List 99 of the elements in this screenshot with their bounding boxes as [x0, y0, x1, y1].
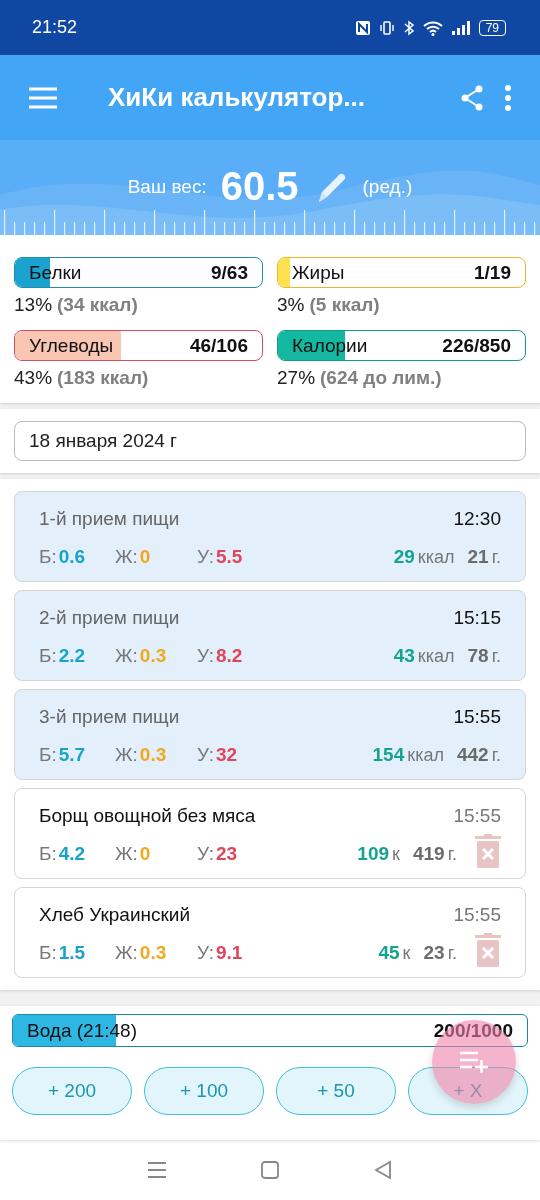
- nutrient-value: 0.3: [139, 744, 167, 766]
- nutrient-label: Ж:: [115, 546, 138, 568]
- wifi-icon: [422, 19, 443, 36]
- nutrient-label: Б:: [39, 645, 57, 667]
- nutrient-value: 5.7: [58, 744, 86, 766]
- macro-detail: (34 ккал): [57, 294, 138, 316]
- app-title: ХиКи калькулятор...: [108, 82, 367, 113]
- macro-percent: 27%: [277, 367, 316, 389]
- grams-unit: г.: [491, 745, 501, 766]
- kcal-value: 109: [357, 843, 390, 865]
- macro-value: 1/19: [474, 261, 511, 284]
- signal-icon: [450, 19, 471, 36]
- nutrient-label: Б:: [39, 744, 57, 766]
- nutrient-label: Б:: [39, 942, 57, 964]
- nutrient-value: 5.5: [215, 546, 243, 568]
- meal-card[interactable]: 2-й прием пищи 15:15 Б:2.2 Ж:0.3 У:8.2 43 ккал 78 г.: [14, 590, 526, 681]
- macro-detail: (624 до лим.): [320, 367, 442, 389]
- food-card[interactable]: Борщ овощной без мяса 15:55 Б:4.2 Ж:0 У:23 109 к 419 г.: [14, 788, 526, 879]
- nutrient-value: 2.2: [58, 645, 86, 667]
- status-time: 21:52: [32, 17, 78, 38]
- entry-title: Борщ овощной без мяса: [39, 805, 256, 827]
- delete-icon[interactable]: [475, 933, 501, 967]
- recents-nav-icon[interactable]: [146, 1161, 167, 1179]
- meal-card[interactable]: 3-й прием пищи 15:55 Б:5.7 Ж:0.3 У:32 154ккал 442 г.: [14, 689, 526, 780]
- kcal-unit: ккал: [417, 646, 455, 667]
- nutrient-value: 8.2: [215, 645, 243, 667]
- vibrate-icon: [378, 19, 395, 36]
- grams-value: 23: [423, 942, 445, 964]
- kcal-unit: ккал: [417, 547, 455, 568]
- kcal-value: 29: [393, 546, 415, 568]
- macro-label: Углеводы: [29, 334, 114, 357]
- entry-title: 1-й прием пищи: [39, 508, 180, 530]
- grams-unit: г.: [447, 844, 457, 865]
- nutrient-value: 0.3: [139, 942, 167, 964]
- food-card[interactable]: Хлеб Украинский 15:55 Б:1.5 Ж:0.3 У:9.1 45 к 23 г.: [14, 887, 526, 978]
- kcal-value: 154: [372, 744, 405, 766]
- nutrient-label: У:: [197, 942, 214, 964]
- macro-percent: 13%: [14, 294, 53, 316]
- nutrient-value: 0: [139, 546, 151, 568]
- nutrient-label: У:: [197, 546, 214, 568]
- macro-value: 46/106: [189, 334, 248, 357]
- entry-time: 15:15: [453, 607, 501, 629]
- entry-title: 2-й прием пищи: [39, 607, 180, 629]
- add-list-icon: [459, 1051, 489, 1073]
- date-field[interactable]: 18 января 2024 г: [14, 421, 526, 461]
- entry-title: Хлеб Украинский: [39, 904, 191, 926]
- menu-icon[interactable]: [28, 86, 58, 109]
- nutrient-value: 1.5: [58, 942, 86, 964]
- nutrient-value: 0.6: [58, 546, 86, 568]
- nutrient-label: Б:: [39, 843, 57, 865]
- entry-title: 3-й прием пищи: [39, 706, 180, 728]
- nutrient-value: 32: [215, 744, 238, 766]
- macro-detail: (5 ккал): [309, 294, 380, 316]
- share-icon[interactable]: [460, 84, 484, 111]
- entry-time: 15:55: [453, 904, 501, 926]
- macro-label: Жиры: [292, 261, 345, 284]
- nutrient-label: У:: [197, 843, 214, 865]
- grams-value: 78: [467, 645, 489, 667]
- nutrient-label: У:: [197, 645, 214, 667]
- meal-card[interactable]: 1-й прием пищи 12:30 Б:0.6 Ж:0 У:5.5 29 ккал 21 г.: [14, 491, 526, 582]
- kcal-value: 45: [378, 942, 400, 964]
- kcal-unit: к: [402, 943, 411, 964]
- macro-value: 226/850: [442, 334, 511, 357]
- nutrient-label: Б:: [39, 546, 57, 568]
- macro-percent: 43%: [14, 367, 53, 389]
- kcal-unit: к: [392, 844, 400, 865]
- kcal-unit: ккал: [407, 745, 444, 766]
- nfc-icon: [354, 19, 371, 36]
- grams-value: 21: [467, 546, 489, 568]
- nutrient-value: 4.2: [58, 843, 86, 865]
- bluetooth-icon: [402, 19, 415, 36]
- macro-percent: 3%: [277, 294, 305, 316]
- kcal-value: 43: [393, 645, 415, 667]
- more-icon[interactable]: [504, 84, 512, 111]
- weight-label: Ваш вес:: [127, 175, 207, 198]
- home-nav-icon[interactable]: [260, 1160, 280, 1180]
- grams-value: 442: [456, 744, 489, 766]
- entry-time: 15:55: [453, 805, 501, 827]
- nutrient-value: 0.3: [139, 645, 167, 667]
- grams-unit: г.: [491, 547, 501, 568]
- nutrient-label: Ж:: [115, 744, 138, 766]
- battery-indicator: 79: [478, 19, 506, 36]
- delete-icon[interactable]: [475, 834, 501, 868]
- nutrient-value: 0: [139, 843, 151, 865]
- nutrient-label: Ж:: [115, 942, 138, 964]
- nutrient-label: У:: [197, 744, 214, 766]
- macro-value: 9/63: [211, 261, 248, 284]
- entry-time: 12:30: [453, 508, 501, 530]
- nutrient-label: Ж:: [115, 843, 138, 865]
- grams-unit: г.: [491, 646, 501, 667]
- entry-time: 15:55: [453, 706, 501, 728]
- nutrient-value: 9.1: [215, 942, 243, 964]
- grams-value: 419: [412, 843, 445, 865]
- nutrient-label: Ж:: [115, 645, 138, 667]
- weight-value: 60.5: [220, 164, 299, 209]
- grams-unit: г.: [447, 943, 457, 964]
- nutrient-value: 23: [215, 843, 238, 865]
- back-nav-icon[interactable]: [373, 1160, 394, 1180]
- macro-detail: (183 ккал): [57, 367, 149, 389]
